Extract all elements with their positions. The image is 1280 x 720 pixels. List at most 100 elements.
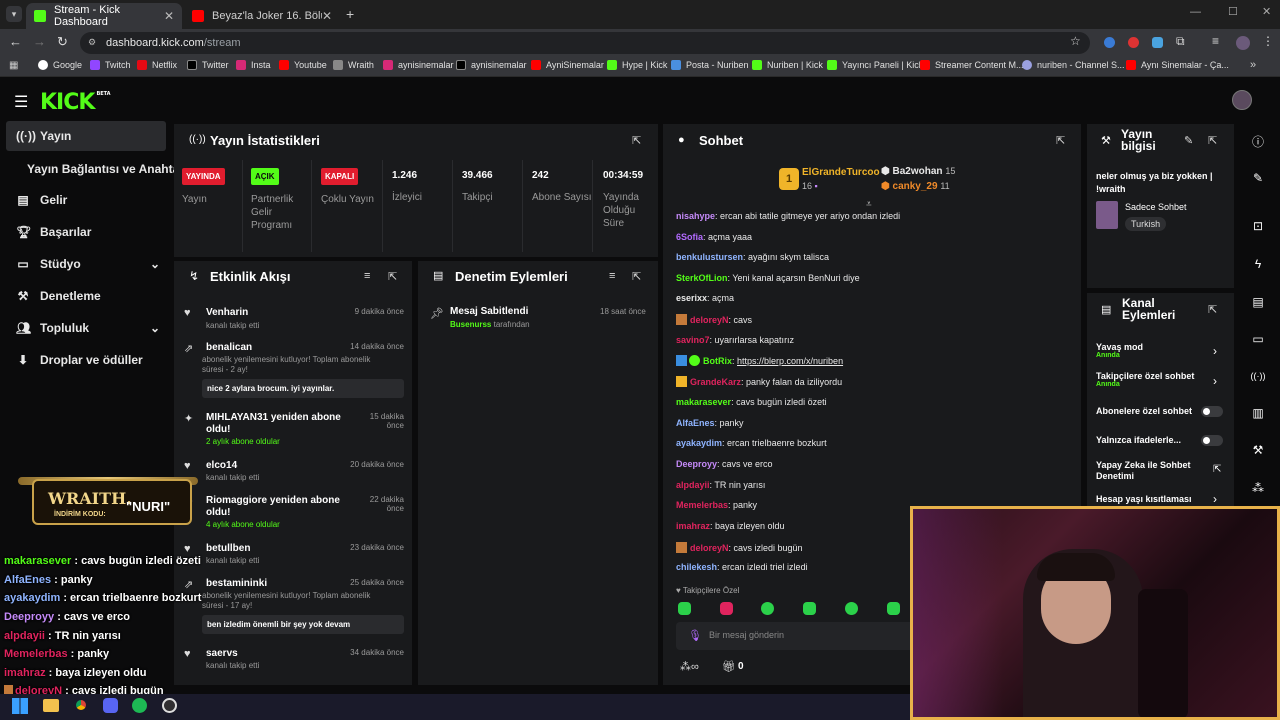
emote-icon[interactable] <box>761 602 774 615</box>
emote-icon[interactable] <box>845 602 858 615</box>
reload-icon[interactable]: ↻ <box>57 34 68 50</box>
back-icon[interactable]: ← <box>9 34 22 49</box>
sidebar-item-studyo[interactable]: ▭ Stüdyo ⌄ <box>6 249 166 279</box>
close-icon[interactable]: ✕ <box>164 9 174 23</box>
bookmark-twitter[interactable]: Twitter <box>187 60 229 70</box>
bookmark-ayni-sinemalar[interactable]: Aynı Sinemalar - Ça... <box>1126 60 1229 70</box>
new-tab-button[interactable]: + <box>346 6 354 22</box>
profile-avatar[interactable] <box>1236 36 1250 50</box>
popout-icon[interactable]: ⇱ <box>1208 303 1217 316</box>
menu-icon[interactable]: ⋮ <box>1262 34 1274 48</box>
account-age-option[interactable]: Hesap yaşı kısıtlaması <box>1096 494 1192 504</box>
discord-icon[interactable] <box>103 698 118 713</box>
layers-icon[interactable]: ▥ <box>1240 395 1276 431</box>
community-icon[interactable]: ⁂∞ <box>680 660 699 673</box>
sidebar-item-gelir[interactable]: ▤ Gelir <box>6 185 166 215</box>
stats-icon: ((·)) <box>189 134 206 145</box>
extension-icon[interactable] <box>1104 37 1115 48</box>
bookmark-streamer-content[interactable]: Streamer Content M... <box>920 60 1024 70</box>
info-icon[interactable]: ⓘ <box>1240 123 1276 159</box>
pinned-toggle-icon[interactable]: ⩡ <box>866 199 872 210</box>
user-avatar[interactable] <box>1232 90 1252 110</box>
close-window-icon[interactable]: ✕ <box>1262 5 1271 18</box>
sidebar-item-denetleme[interactable]: ⚒ Denetleme <box>6 281 166 311</box>
bookmark-aynisinemalar-yt[interactable]: AyniSinemalar <box>531 60 604 70</box>
bookmark-google[interactable]: Google <box>38 60 82 70</box>
file-explorer-icon[interactable] <box>43 699 59 712</box>
emotes-only-toggle[interactable] <box>1201 435 1223 446</box>
gift-icon[interactable]: 🎁︎ <box>722 660 736 673</box>
popout-icon[interactable]: ⇱ <box>1208 134 1217 147</box>
emote-icon[interactable] <box>720 602 733 615</box>
tab-youtube[interactable]: Beyaz'la Joker 16. Bölüm - YouT ✕ <box>184 3 340 29</box>
popout-icon[interactable]: ⇱ <box>632 270 641 283</box>
bookmark-aynisinemalar-insta[interactable]: aynisinemalar <box>383 60 454 70</box>
bookmark-netflix[interactable]: Netflix <box>137 60 177 70</box>
obs-icon[interactable] <box>162 698 177 713</box>
tools-icon[interactable]: ⚒ <box>1240 432 1276 468</box>
sidebar-item-droplar[interactable]: ⬇ Droplar ve ödüller <box>6 345 166 375</box>
popout-icon[interactable]: ⇱ <box>632 134 641 147</box>
mic-icon[interactable]: 🎙︎ <box>688 629 702 642</box>
forward-icon[interactable]: → <box>33 34 46 49</box>
sidebar-item-topluluk[interactable]: 👥︎ Topluluk ⌄ <box>6 313 166 343</box>
kick-logo[interactable]: KICK BETA <box>40 90 111 115</box>
extension-icon[interactable] <box>1152 37 1163 48</box>
windows-start-icon[interactable] <box>12 698 28 714</box>
document-icon[interactable]: ▤ <box>1240 284 1276 320</box>
bookmark-posta[interactable]: Posta - Nuriben <box>671 60 749 70</box>
bookmark-channel-studio[interactable]: nuriben - Channel S... <box>1022 60 1125 70</box>
maximize-icon[interactable]: ☐ <box>1228 5 1238 18</box>
bookmark-twitch[interactable]: Twitch <box>90 60 131 70</box>
chrome-icon[interactable] <box>73 697 89 713</box>
edit-icon[interactable]: ✎ <box>1240 160 1276 196</box>
sidebar-item-yayin[interactable]: ((·)) Yayın <box>6 121 166 151</box>
sidebar-item-basarilar[interactable]: 🏆︎ Başarılar <box>6 217 166 247</box>
bookmark-wraith[interactable]: Wraith <box>333 60 374 70</box>
bookmark-insta[interactable]: Insta <box>236 60 271 70</box>
emote-icon[interactable] <box>803 602 816 615</box>
tab-search-button[interactable]: ▾ <box>6 6 22 22</box>
sidebar-item-stream-key[interactable]: Yayın Bağlantısı ve Anahtarı <box>6 154 187 184</box>
followers-only-option[interactable]: Takipçilere özel sohbet Anında <box>1096 371 1194 388</box>
overlay-chat-line: alpdayii : TR nin yarısı <box>4 630 121 642</box>
extensions-puzzle-icon[interactable]: ⧉ <box>1176 34 1185 49</box>
filter-icon[interactable]: ≡ <box>364 270 370 282</box>
bookmark-star-icon[interactable]: ☆ <box>1070 34 1081 48</box>
popout-icon[interactable]: ⇱ <box>1056 134 1065 147</box>
spotify-icon[interactable] <box>132 698 147 713</box>
popout-icon[interactable]: ⇱ <box>388 270 397 283</box>
close-icon[interactable]: ✕ <box>322 9 332 23</box>
emote-icon[interactable] <box>678 602 691 615</box>
chevron-right-icon[interactable]: › <box>1213 344 1217 358</box>
external-link-icon[interactable]: ⇱ <box>1213 464 1221 475</box>
bookmark-yayinci-paneli[interactable]: Yayıncı Paneli | Kick <box>827 60 923 70</box>
tab-kick-dashboard[interactable]: Stream - Kick Dashboard ✕ <box>26 3 182 29</box>
chevron-right-icon[interactable]: › <box>1213 492 1217 506</box>
filter-icon[interactable]: ≡ <box>609 270 615 282</box>
media-icon[interactable]: ≡ <box>1212 34 1219 48</box>
apps-grid-icon[interactable]: ▦ <box>9 60 18 71</box>
bookmark-hype-kick[interactable]: Hype | Kick <box>607 60 667 70</box>
extension-icon[interactable] <box>1128 37 1139 48</box>
capture-icon[interactable]: ⊡ <box>1240 208 1276 244</box>
subscribers-only-toggle[interactable] <box>1201 406 1223 417</box>
chat-link[interactable]: https://blerp.com/x/nuriben <box>737 356 843 366</box>
hamburger-menu-icon[interactable]: ☰ <box>14 92 28 112</box>
bookmark-youtube[interactable]: Youtube <box>279 60 327 70</box>
lightning-icon[interactable]: ϟ <box>1240 246 1276 282</box>
bookmark-aynisinemalar-x[interactable]: aynisinemalar <box>456 60 527 70</box>
edit-icon[interactable]: ✎ <box>1184 134 1193 147</box>
community-icon[interactable]: ⁂ <box>1240 470 1276 506</box>
site-info-icon[interactable]: ⚙ <box>88 37 96 48</box>
emote-icon[interactable] <box>887 602 900 615</box>
chat-bubble-icon[interactable]: ▭ <box>1240 321 1276 357</box>
chevron-right-icon[interactable]: › <box>1213 374 1217 388</box>
broadcast-icon[interactable]: ((·)) <box>1240 358 1276 394</box>
minimize-icon[interactable]: — <box>1190 6 1201 18</box>
slow-mode-option[interactable]: Yavaş mod Anında <box>1096 342 1143 359</box>
bookmark-nuriben-kick[interactable]: Nuriben | Kick <box>752 60 823 70</box>
url-bar[interactable]: dashboard.kick.com/stream <box>80 32 1090 54</box>
ai-moderation-option[interactable]: Yapay Zeka ile Sohbet Denetimi <box>1096 460 1208 482</box>
more-bookmarks-icon[interactable]: » <box>1250 59 1256 71</box>
